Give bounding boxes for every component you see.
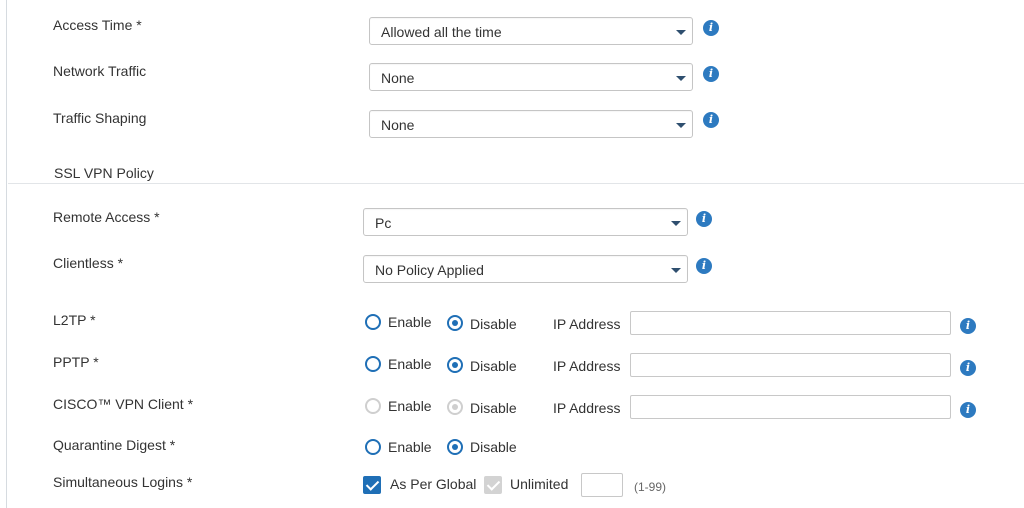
l2tp-disable-label: Disable [470,316,517,332]
l2tp-enable-label: Enable [388,314,432,330]
remote-access-label: Remote Access * [53,209,160,225]
simultaneous-count-input[interactable] [581,473,623,497]
simultaneous-logins-label: Simultaneous Logins * [53,474,193,490]
info-icon[interactable]: i [960,402,976,418]
pptp-ip-label: IP Address [553,358,621,374]
info-icon[interactable]: i [703,20,719,36]
l2tp-ip-input[interactable] [630,311,951,335]
clientless-select[interactable]: No Policy Applied [363,255,688,283]
access-time-select[interactable]: Allowed all the time [369,17,693,45]
quarantine-digest-label: Quarantine Digest * [53,437,176,453]
pptp-enable-radio[interactable] [365,356,381,372]
quarantine-enable-label: Enable [388,439,432,455]
quarantine-enable-radio[interactable] [365,439,381,455]
chevron-down-icon [676,30,686,35]
chevron-down-icon [676,123,686,128]
pptp-disable-label: Disable [470,358,517,374]
info-icon[interactable]: i [703,112,719,128]
traffic-shaping-value: None [381,117,415,133]
chevron-down-icon [676,76,686,81]
info-icon[interactable]: i [703,66,719,82]
cisco-ip-input[interactable] [630,395,951,419]
unlimited-label: Unlimited [510,476,569,492]
as-per-global-checkbox[interactable] [363,476,381,494]
as-per-global-label: As Per Global [390,476,477,492]
traffic-shaping-select[interactable]: None [369,110,693,138]
network-traffic-label: Network Traffic [53,63,147,79]
pptp-ip-input[interactable] [630,353,951,377]
l2tp-ip-label: IP Address [553,316,621,332]
chevron-down-icon [671,221,681,226]
network-traffic-select[interactable]: None [369,63,693,91]
clientless-label: Clientless * [53,255,124,271]
access-time-value: Allowed all the time [381,24,502,40]
range-hint: (1-99) [634,480,667,494]
cisco-enable-label: Enable [388,398,432,414]
clientless-value: No Policy Applied [375,262,484,278]
remote-access-select[interactable]: Pc [363,208,688,236]
remote-access-value: Pc [375,215,392,231]
info-icon[interactable]: i [696,258,712,274]
info-icon[interactable]: i [960,318,976,334]
network-traffic-value: None [381,70,415,86]
section-title: SSL VPN Policy [54,165,154,181]
l2tp-disable-radio[interactable] [447,315,463,331]
left-edge-bar [0,0,7,508]
pptp-label: PPTP * [53,354,99,370]
l2tp-label: L2TP * [53,312,96,328]
pptp-disable-radio[interactable] [447,357,463,373]
section-divider [8,183,1024,184]
cisco-disable-radio[interactable] [447,399,463,415]
pptp-enable-label: Enable [388,356,432,372]
cisco-disable-label: Disable [470,400,517,416]
cisco-ip-label: IP Address [553,400,621,416]
quarantine-disable-radio[interactable] [447,439,463,455]
quarantine-disable-label: Disable [470,439,517,455]
l2tp-enable-radio[interactable] [365,314,381,330]
info-icon[interactable]: i [960,360,976,376]
chevron-down-icon [671,268,681,273]
cisco-enable-radio[interactable] [365,398,381,414]
unlimited-checkbox[interactable] [484,476,502,494]
cisco-vpn-label: CISCO™ VPN Client * [53,396,194,412]
info-icon[interactable]: i [696,211,712,227]
traffic-shaping-label: Traffic Shaping [53,110,147,126]
access-time-label: Access Time * [53,17,142,33]
